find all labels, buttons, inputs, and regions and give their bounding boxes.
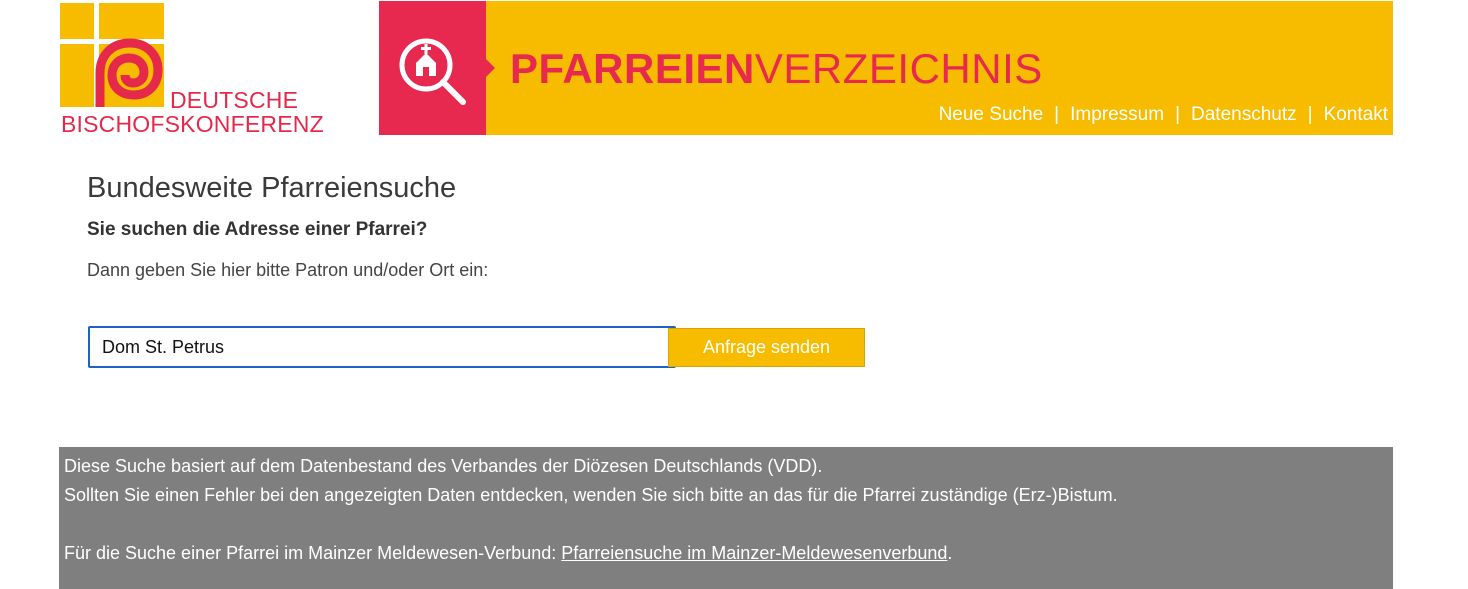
banner-arrow [486,59,495,77]
nav-separator: | [1054,104,1060,125]
church-search-icon [399,38,466,105]
info-text-line1: Diese Suche basiert auf dem Datenbestand… [64,456,823,476]
main-content: Bundesweite Pfarreiensuche Sie suchen di… [87,168,987,284]
banner-title-bold: PFARREIEN [510,45,755,92]
submit-search-button[interactable]: Anfrage senden [668,328,865,367]
header-banner: PFARREIENVERZEICHNIS Neue Suche | Impressu… [379,1,1393,135]
banner-icon-box[interactable] [379,1,486,135]
info-text-line3: Für die Suche einer Pfarrei im Mainzer M… [64,539,1388,568]
logo-text-line2: BISCHOFSKONFERENZ [61,111,324,137]
nav-separator: | [1175,104,1180,125]
nav-link-impressum[interactable]: Impressum [1070,104,1164,125]
page-title: Bundesweite Pfarreiensuche [87,172,457,204]
banner-title[interactable]: PFARREIENVERZEICHNIS [510,43,1043,95]
nav-separator: | [1307,104,1313,125]
banner-title-light: VERZEICHNIS [754,45,1043,92]
search-input[interactable] [88,326,676,368]
dbk-emblem-icon [60,3,164,107]
info-text-mainz-prefix: Für die Suche einer Pfarrei im Mainzer M… [64,543,562,563]
info-box: Diese Suche basiert auf dem Datenbestand… [59,447,1393,589]
dbk-logo[interactable]: DEUTSCHE BISCHOFSKONFERENZ [60,3,350,137]
nav-link-neue-suche[interactable]: Neue Suche [939,104,1044,125]
logo-text-line1: DEUTSCHE [170,87,299,113]
mainz-search-link[interactable]: Pfarreiensuche im Mainzer-Meldewesenverb… [561,543,947,563]
page: DEUTSCHE BISCHOFSKONFERENZ PFARREIENVERZ… [0,0,1468,589]
nav-link-kontakt[interactable]: Kontakt [1324,104,1388,125]
page-subtitle: Sie suchen die Adresse einer Pfarrei? [87,219,428,240]
nav-link-datenschutz[interactable]: Datenschutz [1191,104,1297,125]
info-text-line2: Sollten Sie einen Fehler bei den angezei… [64,485,1118,505]
search-instruction: Dann geben Sie hier bitte Patron und/ode… [87,260,489,280]
top-navigation: Neue Suche | Impressum | Datenschutz | Kontakt [939,104,1388,126]
info-text-mainz-suffix: . [947,543,953,563]
